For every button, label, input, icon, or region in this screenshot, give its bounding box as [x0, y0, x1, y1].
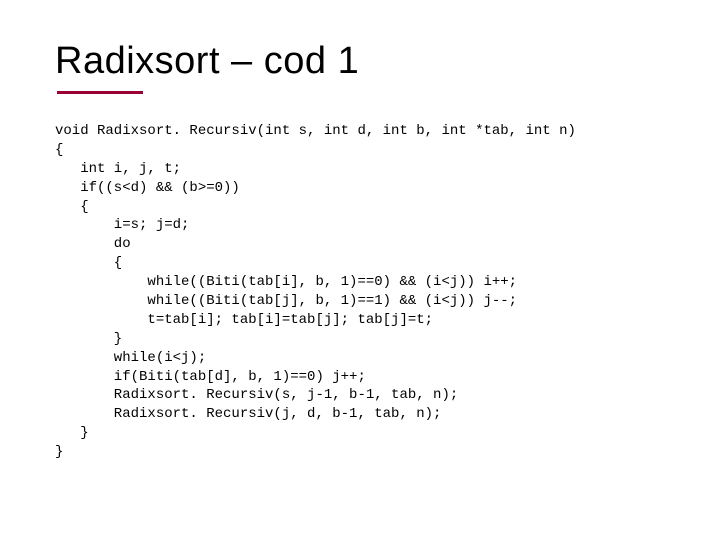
code-line: Radixsort. Recursiv(j, d, b-1, tab, n);: [55, 406, 441, 422]
code-line: if((s<d) && (b>=0)): [55, 180, 240, 196]
code-line: t=tab[i]; tab[i]=tab[j]; tab[j]=t;: [55, 312, 433, 328]
code-line: while((Biti(tab[j], b, 1)==1) && (i<j)) …: [55, 293, 517, 309]
code-line: }: [55, 425, 89, 441]
code-block: void Radixsort. Recursiv(int s, int d, i…: [55, 122, 665, 462]
code-line: void Radixsort. Recursiv(int s, int d, i…: [55, 123, 576, 139]
code-line: }: [55, 444, 63, 460]
page-title: Radixsort – cod 1: [55, 40, 665, 83]
code-line: {: [55, 199, 89, 215]
code-line: while(i<j);: [55, 350, 206, 366]
code-line: Radixsort. Recursiv(s, j-1, b-1, tab, n)…: [55, 387, 458, 403]
code-line: int i, j, t;: [55, 161, 181, 177]
code-line: }: [55, 331, 122, 347]
slide: Radixsort – cod 1 void Radixsort. Recurs…: [0, 0, 720, 540]
code-line: i=s; j=d;: [55, 217, 189, 233]
code-line: {: [55, 142, 63, 158]
code-line: if(Biti(tab[d], b, 1)==0) j++;: [55, 369, 366, 385]
code-line: do: [55, 236, 131, 252]
code-line: while((Biti(tab[i], b, 1)==0) && (i<j)) …: [55, 274, 517, 290]
accent-rule: [57, 91, 143, 94]
code-line: {: [55, 255, 122, 271]
